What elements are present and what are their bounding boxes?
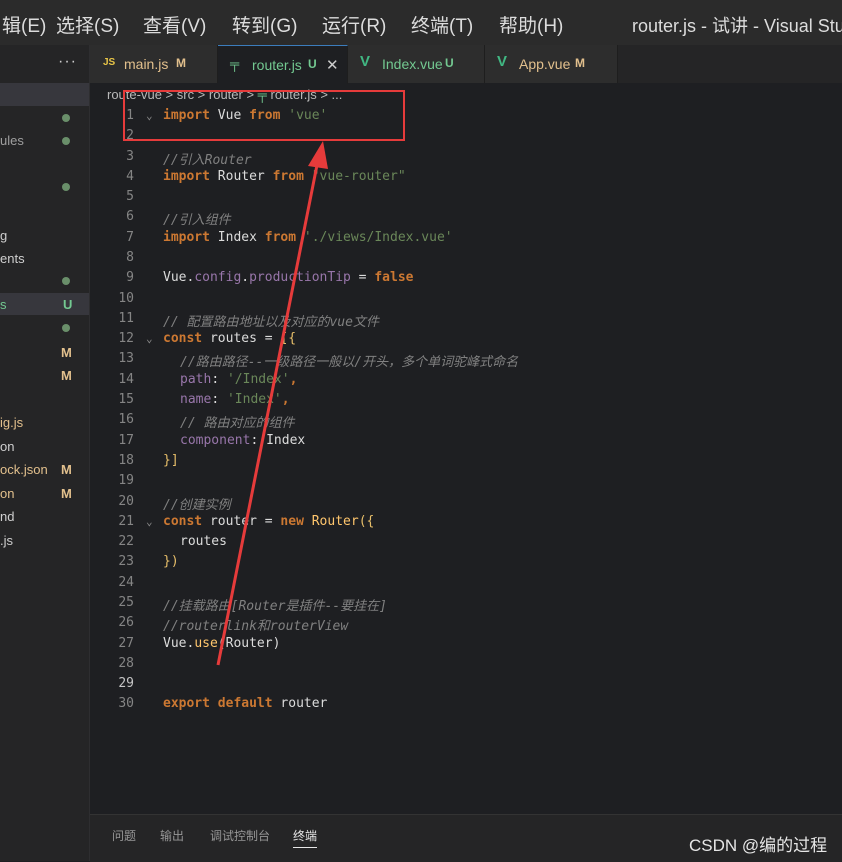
annotation-arrow-icon <box>216 141 328 666</box>
